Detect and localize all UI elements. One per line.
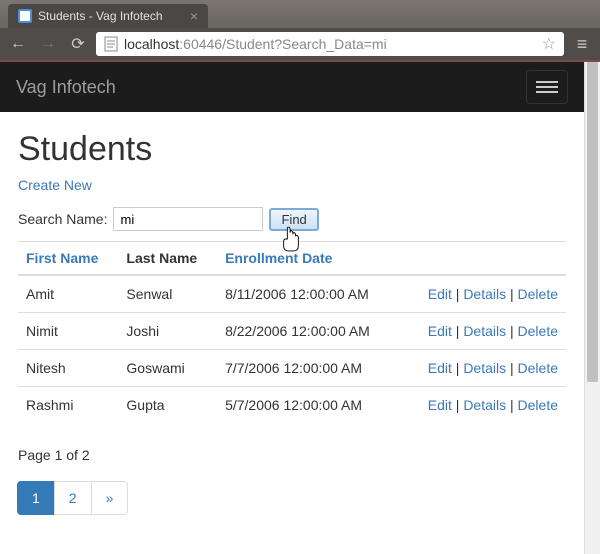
details-link[interactable]: Details bbox=[463, 397, 506, 413]
app-brand[interactable]: Vag Infotech bbox=[16, 77, 116, 98]
page-favicon-icon bbox=[18, 9, 32, 23]
cell-enrollment-date: 8/11/2006 12:00:00 AM bbox=[217, 275, 400, 313]
browser-tab-bar: Students - Vag Infotech × bbox=[0, 0, 600, 28]
browser-menu-icon[interactable]: ≡ bbox=[570, 34, 594, 55]
search-input[interactable] bbox=[113, 207, 263, 231]
cell-enrollment-date: 7/7/2006 12:00:00 AM bbox=[217, 350, 400, 387]
back-button[interactable]: ← bbox=[6, 35, 30, 53]
table-row: NimitJoshi8/22/2006 12:00:00 AMEdit | De… bbox=[18, 313, 566, 350]
cell-actions: Edit | Details | Delete bbox=[400, 313, 566, 350]
delete-link[interactable]: Delete bbox=[518, 397, 558, 413]
page-link[interactable]: 2 bbox=[55, 482, 91, 514]
close-tab-icon[interactable]: × bbox=[190, 8, 198, 24]
viewport: Vag Infotech Students Create New Search … bbox=[0, 62, 600, 554]
delete-link[interactable]: Delete bbox=[518, 286, 558, 302]
page-item[interactable]: » bbox=[91, 481, 129, 515]
find-button[interactable]: Find bbox=[269, 208, 318, 231]
cell-actions: Edit | Details | Delete bbox=[400, 387, 566, 424]
students-table: First Name Last Name Enrollment Date Ami… bbox=[18, 241, 566, 423]
cell-last-name: Senwal bbox=[118, 275, 217, 313]
page-content: Students Create New Search Name: Find Fi… bbox=[0, 112, 584, 533]
col-enrollment-date[interactable]: Enrollment Date bbox=[225, 250, 332, 266]
cell-last-name: Goswami bbox=[118, 350, 217, 387]
page-item[interactable]: 1 bbox=[17, 481, 55, 515]
reload-button[interactable]: ⟳ bbox=[66, 34, 90, 54]
page-title: Students bbox=[18, 130, 566, 169]
details-link[interactable]: Details bbox=[463, 323, 506, 339]
table-row: NiteshGoswami7/7/2006 12:00:00 AMEdit | … bbox=[18, 350, 566, 387]
cell-enrollment-date: 5/7/2006 12:00:00 AM bbox=[217, 387, 400, 424]
details-link[interactable]: Details bbox=[463, 360, 506, 376]
cell-last-name: Joshi bbox=[118, 313, 217, 350]
scrollbar-track[interactable] bbox=[584, 62, 600, 554]
page-info: Page 1 of 2 bbox=[18, 447, 566, 463]
forward-button[interactable]: → bbox=[36, 35, 60, 53]
browser-tab[interactable]: Students - Vag Infotech × bbox=[8, 4, 208, 28]
cell-last-name: Gupta bbox=[118, 387, 217, 424]
scrollbar-thumb[interactable] bbox=[587, 62, 598, 382]
cell-enrollment-date: 8/22/2006 12:00:00 AM bbox=[217, 313, 400, 350]
page-link[interactable]: » bbox=[92, 482, 128, 514]
pagination: 12» bbox=[18, 481, 566, 515]
edit-link[interactable]: Edit bbox=[428, 323, 452, 339]
navbar-toggle-button[interactable] bbox=[526, 70, 568, 104]
page-item[interactable]: 2 bbox=[54, 481, 92, 515]
page-area: Vag Infotech Students Create New Search … bbox=[0, 62, 584, 554]
bookmark-star-icon[interactable]: ☆ bbox=[542, 34, 556, 54]
cell-first-name: Nitesh bbox=[18, 350, 118, 387]
address-bar[interactable]: localhost:60446/Student?Search_Data=mi ☆ bbox=[96, 32, 564, 56]
delete-link[interactable]: Delete bbox=[518, 360, 558, 376]
table-row: AmitSenwal8/11/2006 12:00:00 AMEdit | De… bbox=[18, 275, 566, 313]
browser-toolbar: ← → ⟳ localhost:60446/Student?Search_Dat… bbox=[0, 28, 600, 60]
search-label: Search Name: bbox=[18, 211, 107, 227]
cell-first-name: Rashmi bbox=[18, 387, 118, 424]
table-row: RashmiGupta5/7/2006 12:00:00 AMEdit | De… bbox=[18, 387, 566, 424]
cell-first-name: Nimit bbox=[18, 313, 118, 350]
document-icon bbox=[104, 36, 118, 52]
edit-link[interactable]: Edit bbox=[428, 397, 452, 413]
cell-actions: Edit | Details | Delete bbox=[400, 275, 566, 313]
create-new-link[interactable]: Create New bbox=[18, 177, 92, 193]
details-link[interactable]: Details bbox=[463, 286, 506, 302]
table-header-row: First Name Last Name Enrollment Date bbox=[18, 242, 566, 276]
tab-title: Students - Vag Infotech bbox=[38, 9, 163, 23]
page-link[interactable]: 1 bbox=[18, 482, 54, 514]
url-host: localhost bbox=[124, 36, 179, 52]
search-form: Search Name: Find bbox=[18, 207, 566, 231]
edit-link[interactable]: Edit bbox=[428, 286, 452, 302]
delete-link[interactable]: Delete bbox=[518, 323, 558, 339]
cell-actions: Edit | Details | Delete bbox=[400, 350, 566, 387]
edit-link[interactable]: Edit bbox=[428, 360, 452, 376]
app-navbar: Vag Infotech bbox=[0, 62, 584, 112]
cell-first-name: Amit bbox=[18, 275, 118, 313]
col-last-name: Last Name bbox=[118, 242, 217, 276]
url-path: :60446/Student?Search_Data=mi bbox=[179, 36, 386, 52]
col-first-name[interactable]: First Name bbox=[26, 250, 98, 266]
